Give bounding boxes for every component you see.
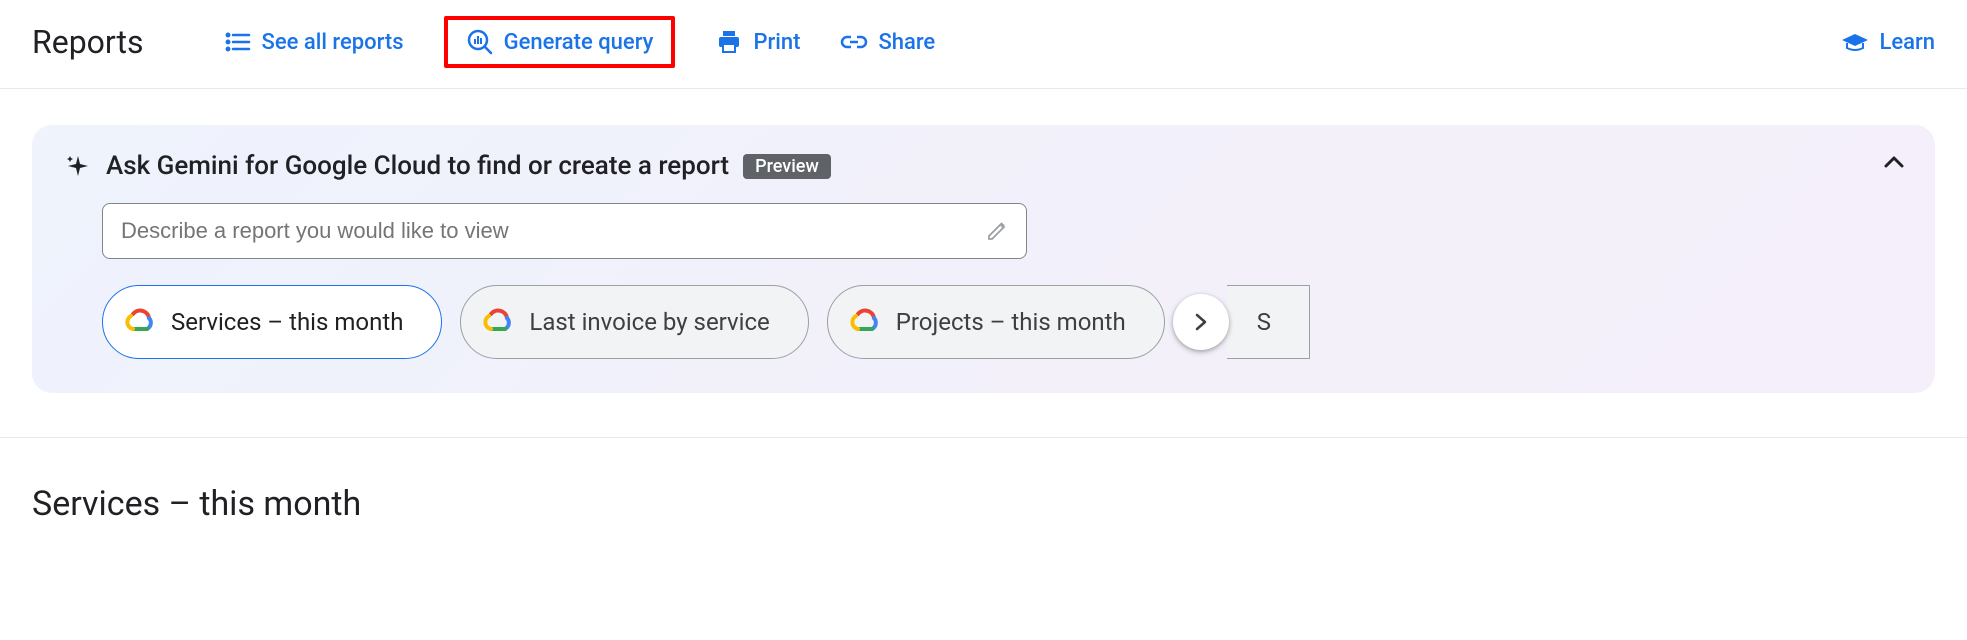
graduation-cap-icon xyxy=(1841,28,1869,56)
link-icon xyxy=(840,28,868,56)
chip-last-invoice-by-service[interactable]: Last invoice by service xyxy=(460,285,808,359)
share-link[interactable]: Share xyxy=(840,28,935,56)
google-cloud-icon xyxy=(848,306,880,338)
chip-projects-this-month[interactable]: Projects – this month xyxy=(827,285,1165,359)
section-title: Services – this month xyxy=(32,484,1935,524)
chip-services-this-month[interactable]: Services – this month xyxy=(102,285,442,359)
section-divider xyxy=(0,437,1967,438)
chip-label: Projects – this month xyxy=(896,308,1126,336)
learn-label: Learn xyxy=(1879,30,1935,55)
print-link[interactable]: Print xyxy=(715,28,800,56)
chip-label: Last invoice by service xyxy=(529,308,769,336)
collapse-button[interactable] xyxy=(1881,149,1907,175)
header-bar: Reports See all reports Generate query P… xyxy=(0,0,1967,89)
chip-partial-next[interactable]: S xyxy=(1227,285,1310,359)
gemini-input-wrapper[interactable] xyxy=(102,203,1027,259)
generate-query-label: Generate query xyxy=(504,30,654,55)
gemini-input-row xyxy=(102,203,1903,259)
query-stats-icon xyxy=(466,28,494,56)
preview-badge: Preview xyxy=(743,154,831,179)
google-cloud-icon xyxy=(123,306,155,338)
gemini-panel: Ask Gemini for Google Cloud to find or c… xyxy=(32,125,1935,393)
chip-label: Services – this month xyxy=(171,308,403,336)
print-icon xyxy=(715,28,743,56)
scroll-right-button[interactable] xyxy=(1173,294,1229,350)
page-title: Reports xyxy=(32,23,144,61)
sparkle-icon xyxy=(64,152,92,180)
share-label: Share xyxy=(878,30,935,55)
gemini-header: Ask Gemini for Google Cloud to find or c… xyxy=(64,151,1903,181)
suggestion-chips-row: Services – this month Last invoice by se… xyxy=(102,285,1903,359)
learn-link[interactable]: Learn xyxy=(1841,28,1935,56)
see-all-reports-link[interactable]: See all reports xyxy=(224,28,404,56)
header-actions: See all reports Generate query Print Sha… xyxy=(224,16,1935,68)
list-icon xyxy=(224,28,252,56)
magic-pencil-icon xyxy=(986,220,1008,242)
see-all-reports-label: See all reports xyxy=(262,30,404,55)
gemini-title: Ask Gemini for Google Cloud to find or c… xyxy=(106,151,729,181)
chevron-right-icon xyxy=(1191,312,1211,332)
print-label: Print xyxy=(753,30,800,55)
gemini-text-input[interactable] xyxy=(121,218,986,244)
generate-query-highlight: Generate query xyxy=(444,16,676,68)
generate-query-link[interactable]: Generate query xyxy=(466,28,654,56)
google-cloud-icon xyxy=(481,306,513,338)
chevron-up-icon xyxy=(1881,149,1907,175)
chip-label: S xyxy=(1257,308,1271,336)
